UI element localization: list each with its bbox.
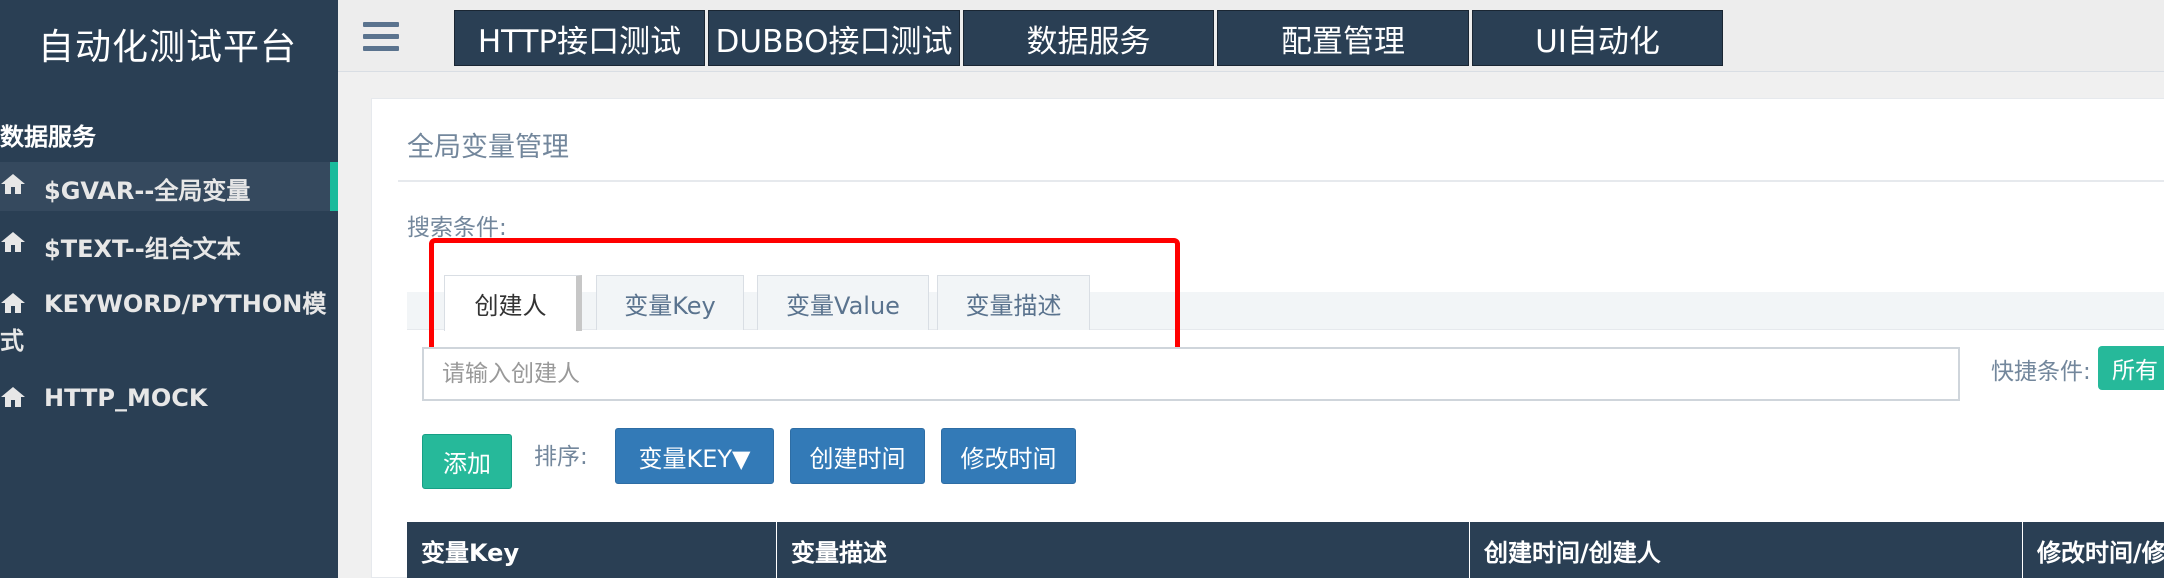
home-icon	[0, 291, 26, 317]
page-title: 全局变量管理	[407, 132, 569, 163]
tab-creator[interactable]: 创建人	[444, 275, 582, 331]
tab-var-desc[interactable]: 变量描述	[937, 275, 1090, 330]
hamburger-icon[interactable]	[363, 22, 399, 52]
topnav-data-service[interactable]: 数据服务	[963, 10, 1214, 66]
sidebar-item-label: $TEXT--组合文本	[44, 235, 241, 263]
search-input[interactable]	[422, 347, 1960, 401]
home-icon	[0, 172, 26, 198]
add-button[interactable]: 添加	[422, 434, 512, 489]
sidebar-item-label: KEYWORD/PYTHON模	[44, 290, 327, 318]
sort-created-time-button[interactable]: 创建时间	[790, 428, 925, 484]
topnav-http[interactable]: HTTP接口测试	[454, 10, 705, 66]
sidebar-item-text[interactable]: $TEXT--组合文本	[0, 220, 338, 269]
sidebar-item-keyword[interactable]: KEYWORD/PYTHON模 式	[0, 287, 338, 359]
sort-label: 排序:	[534, 444, 588, 470]
column-header-created[interactable]: 创建时间/创建人	[1470, 522, 2023, 578]
column-header-modified[interactable]: 修改时间/修	[2023, 522, 2164, 578]
quick-filter-label: 快捷条件:	[1991, 359, 2091, 385]
sidebar-section-label: 数据服务	[0, 123, 96, 151]
quick-filter-all-button[interactable]: 所有	[2098, 346, 2164, 390]
tab-var-value[interactable]: 变量Value	[757, 275, 929, 330]
search-label: 搜索条件:	[407, 215, 507, 241]
topnav-config[interactable]: 配置管理	[1217, 10, 1469, 66]
topnav-ui-auto[interactable]: UI自动化	[1472, 10, 1723, 66]
sidebar-item-label-cont: 式	[0, 327, 24, 355]
tab-var-key[interactable]: 变量Key	[596, 275, 744, 330]
home-icon	[0, 230, 26, 256]
table-header: 变量Key 变量描述 创建时间/创建人 修改时间/修	[407, 522, 2164, 578]
sidebar-item-http-mock[interactable]: HTTP_MOCK	[0, 381, 338, 430]
column-header-var-key[interactable]: 变量Key	[407, 522, 777, 578]
title-divider	[398, 180, 2164, 182]
sidebar-item-gvar[interactable]: $GVAR--全局变量	[0, 162, 338, 211]
sort-var-key-button[interactable]: 变量KEY▼	[615, 428, 774, 484]
home-icon	[0, 385, 26, 411]
column-header-var-desc[interactable]: 变量描述	[777, 522, 1470, 578]
app-root: 自动化测试平台 数据服务 $GVAR--全局变量 $TEXT--组合文本 KEY…	[0, 0, 2164, 578]
topnav-dubbo[interactable]: DUBBO接口测试	[708, 10, 960, 66]
sidebar-item-label: $GVAR--全局变量	[44, 177, 251, 205]
sidebar: 自动化测试平台 数据服务 $GVAR--全局变量 $TEXT--组合文本 KEY…	[0, 0, 338, 578]
content-panel: 全局变量管理 搜索条件:	[371, 98, 2164, 578]
sidebar-item-label: HTTP_MOCK	[44, 384, 208, 412]
app-title: 自动化测试平台	[38, 27, 298, 68]
sort-modified-time-button[interactable]: 修改时间	[941, 428, 1076, 484]
